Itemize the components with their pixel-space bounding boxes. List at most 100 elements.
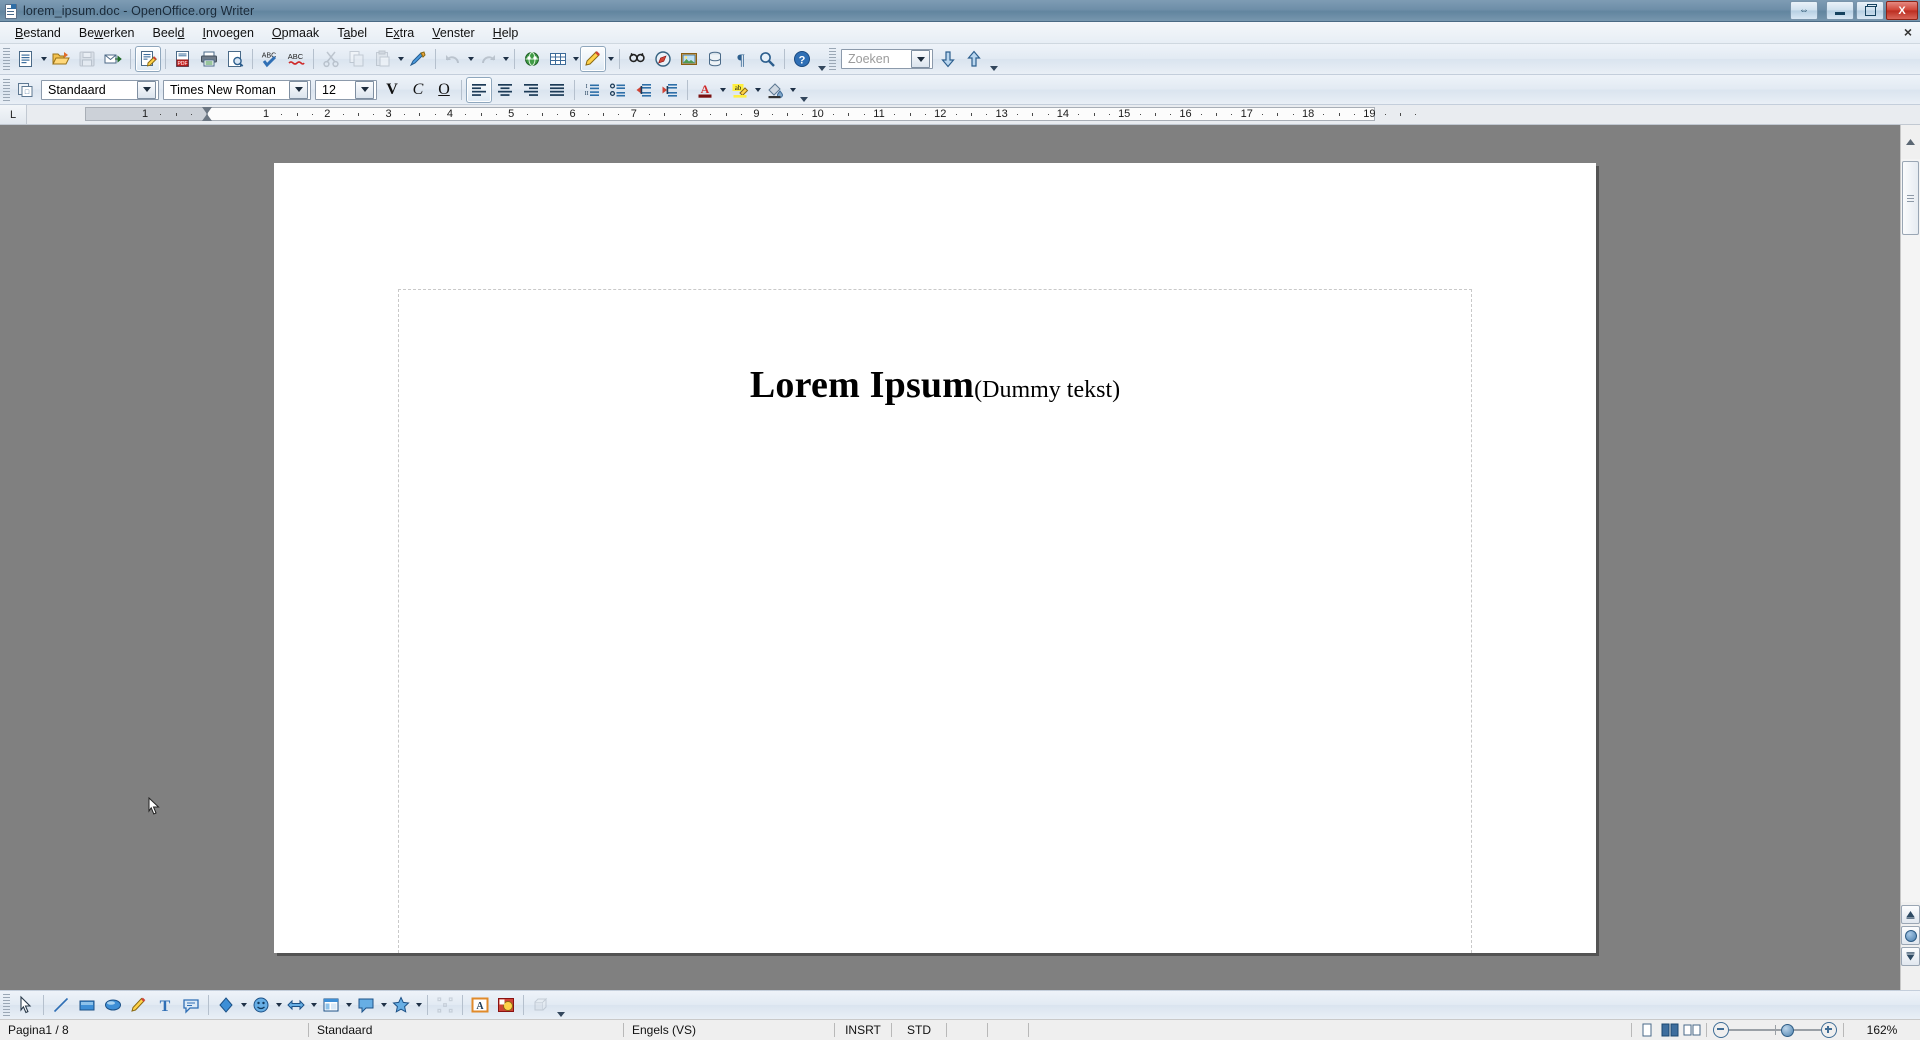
- align-center-icon[interactable]: [492, 77, 518, 103]
- undo-icon[interactable]: [440, 46, 466, 72]
- menu-beeld[interactable]: Beeld: [143, 24, 193, 42]
- menu-opmaak[interactable]: Opmaak: [263, 24, 328, 42]
- text-tool-icon[interactable]: T: [152, 992, 178, 1018]
- callout-tool-icon[interactable]: [178, 992, 204, 1018]
- document-page[interactable]: Lorem Ipsum(Dummy tekst): [274, 163, 1596, 953]
- fontwork-gallery-icon[interactable]: A: [467, 992, 493, 1018]
- scrollbar-track[interactable]: [1901, 159, 1920, 902]
- zoom-slider[interactable]: [1707, 1020, 1843, 1040]
- single-page-view-button[interactable]: [1639, 1023, 1655, 1037]
- clone-formatting-icon[interactable]: [405, 46, 431, 72]
- edit-file-icon[interactable]: [135, 46, 161, 72]
- document-text[interactable]: Lorem Ipsum(Dummy tekst): [274, 363, 1596, 407]
- spelling-check-icon[interactable]: ABC: [257, 46, 283, 72]
- menu-extra[interactable]: Extra: [376, 24, 423, 42]
- formatting-toolbar-grip[interactable]: [3, 78, 10, 101]
- menu-bestand[interactable]: Bestand: [6, 24, 70, 42]
- font-color-icon[interactable]: A: [692, 77, 718, 103]
- close-button[interactable]: X: [1886, 1, 1918, 20]
- font-size-combobox[interactable]: 12: [315, 79, 377, 100]
- insert-image-icon[interactable]: [676, 46, 702, 72]
- find-next-icon[interactable]: [935, 46, 961, 72]
- background-color-icon[interactable]: [762, 77, 788, 103]
- help-icon[interactable]: ?: [789, 46, 815, 72]
- font-color-dropdown-icon[interactable]: [718, 78, 727, 102]
- open-document-icon[interactable]: [48, 46, 74, 72]
- paste-icon[interactable]: [370, 46, 396, 72]
- insert-table-dropdown-icon[interactable]: [571, 47, 580, 71]
- previous-page-button[interactable]: [1901, 905, 1920, 924]
- stars-icon[interactable]: [388, 992, 414, 1018]
- extrusion-on-off-icon[interactable]: [528, 992, 554, 1018]
- status-zoom-level[interactable]: 162%: [1844, 1020, 1920, 1040]
- redo-dropdown-icon[interactable]: [501, 47, 510, 71]
- show-draw-functions-icon[interactable]: [580, 46, 606, 72]
- background-color-dropdown-icon[interactable]: [788, 78, 797, 102]
- callout-shapes-icon[interactable]: [353, 992, 379, 1018]
- navigation-select-button[interactable]: [1901, 926, 1920, 945]
- select-tool-icon[interactable]: [13, 992, 39, 1018]
- status-language[interactable]: Engels (VS): [624, 1020, 834, 1040]
- document-canvas[interactable]: Lorem Ipsum(Dummy tekst): [0, 125, 1900, 990]
- paragraph-style-combobox[interactable]: Standaard: [41, 79, 159, 100]
- email-document-icon[interactable]: [100, 46, 126, 72]
- rectangle-tool-icon[interactable]: [74, 992, 100, 1018]
- align-justified-icon[interactable]: [544, 77, 570, 103]
- new-document-icon[interactable]: [13, 46, 39, 72]
- book-view-button[interactable]: [1683, 1023, 1701, 1037]
- insert-table-icon[interactable]: [545, 46, 571, 72]
- drawing-toolbar-overflow-icon[interactable]: [554, 991, 567, 1019]
- hyperlink-icon[interactable]: [519, 46, 545, 72]
- highlighting-icon[interactable]: ab: [727, 77, 753, 103]
- underline-button[interactable]: O: [431, 77, 457, 103]
- search-input[interactable]: Zoeken: [841, 49, 933, 69]
- zoom-in-icon[interactable]: [1821, 1022, 1837, 1038]
- freeform-line-tool-icon[interactable]: [126, 992, 152, 1018]
- save-document-icon[interactable]: [74, 46, 100, 72]
- toolbar-overflow-icon[interactable]: [815, 45, 828, 73]
- print-file-icon[interactable]: [196, 46, 222, 72]
- export-pdf-icon[interactable]: PDF: [170, 46, 196, 72]
- points-icon[interactable]: [432, 992, 458, 1018]
- close-document-button[interactable]: ×: [1904, 24, 1912, 40]
- menu-venster[interactable]: Venster: [423, 24, 483, 42]
- autospellcheck-icon[interactable]: ABC: [283, 46, 309, 72]
- zoom-out-icon[interactable]: [1713, 1022, 1729, 1038]
- from-file-icon[interactable]: [493, 992, 519, 1018]
- drawing-toolbar-grip[interactable]: [3, 994, 10, 1016]
- menu-bewerken[interactable]: Bewerken: [70, 24, 144, 42]
- align-right-icon[interactable]: [518, 77, 544, 103]
- flowchart-dropdown-icon[interactable]: [344, 993, 353, 1017]
- menu-tabel[interactable]: Tabel: [328, 24, 376, 42]
- highlighting-dropdown-icon[interactable]: [753, 78, 762, 102]
- formatting-marks-icon[interactable]: ¶: [728, 46, 754, 72]
- multi-page-view-button[interactable]: [1661, 1023, 1679, 1037]
- menu-invoegen[interactable]: Invoegen: [193, 24, 262, 42]
- status-selection-mode[interactable]: STD: [892, 1020, 946, 1040]
- line-tool-icon[interactable]: [48, 992, 74, 1018]
- status-document-modified[interactable]: [947, 1020, 987, 1040]
- maximize-button[interactable]: [1856, 1, 1884, 20]
- find-previous-icon[interactable]: [961, 46, 987, 72]
- basic-shapes-icon[interactable]: [213, 992, 239, 1018]
- formatting-overflow-icon[interactable]: [797, 76, 810, 104]
- apply-style-icon[interactable]: □: [13, 77, 39, 103]
- status-page[interactable]: Pagina1 / 8: [0, 1020, 308, 1040]
- paste-dropdown-icon[interactable]: [396, 47, 405, 71]
- block-arrows-icon[interactable]: [283, 992, 309, 1018]
- data-sources-icon[interactable]: [702, 46, 728, 72]
- undo-dropdown-icon[interactable]: [466, 47, 475, 71]
- copy-icon[interactable]: [344, 46, 370, 72]
- find-replace-icon[interactable]: [624, 46, 650, 72]
- font-name-combobox[interactable]: Times New Roman: [163, 79, 311, 100]
- font-size-dropdown-icon[interactable]: [355, 80, 374, 99]
- status-page-style[interactable]: Standaard: [309, 1020, 623, 1040]
- callout-shapes-dropdown-icon[interactable]: [379, 993, 388, 1017]
- bold-button[interactable]: V: [379, 77, 405, 103]
- scrollbar-thumb[interactable]: [1902, 161, 1919, 235]
- ellipse-tool-icon[interactable]: [100, 992, 126, 1018]
- increase-indent-icon[interactable]: [657, 77, 683, 103]
- menu-help[interactable]: Help: [484, 24, 528, 42]
- next-page-button[interactable]: [1901, 947, 1920, 966]
- cut-icon[interactable]: [318, 46, 344, 72]
